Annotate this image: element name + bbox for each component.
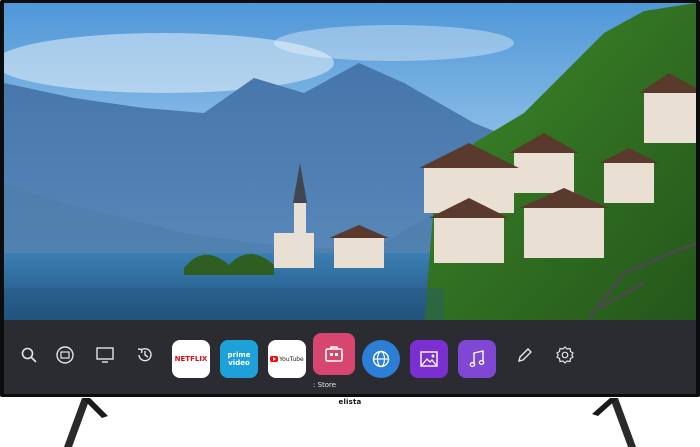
settings-icon[interactable]	[552, 342, 578, 368]
store-icon	[325, 346, 343, 362]
youtube-play-icon	[270, 356, 279, 362]
music-note-icon	[469, 350, 485, 367]
prime-video-app-tile[interactable]: prime video	[220, 340, 258, 378]
prime-label-line2: video	[228, 358, 250, 367]
tv-screen: NETFLIX prime video YouTube: Store	[4, 3, 696, 394]
right-stand-leg	[592, 398, 636, 447]
input-source-icon[interactable]	[52, 342, 78, 368]
app-launcher-bar: NETFLIX prime video YouTube: Store	[4, 320, 696, 394]
netflix-app-tile[interactable]: NETFLIX	[172, 340, 210, 378]
music-app-tile[interactable]	[458, 340, 496, 378]
youtube-app-tile[interactable]: YouTube	[268, 340, 306, 378]
prime-label-line1: prime	[227, 350, 251, 359]
tv-icon[interactable]	[92, 342, 118, 368]
recent-icon[interactable]	[132, 342, 158, 368]
left-stand-leg	[64, 398, 108, 447]
store-app-tile[interactable]	[313, 333, 355, 375]
globe-icon	[372, 350, 390, 368]
focused-app-label: : Store	[313, 381, 337, 389]
search-icon[interactable]	[16, 342, 42, 368]
netflix-label: NETFLIX	[174, 355, 208, 363]
tv-frame: NETFLIX prime video YouTube: Store	[0, 0, 700, 397]
web-browser-app-tile[interactable]	[362, 340, 400, 378]
edit-icon[interactable]	[512, 342, 538, 368]
gallery-icon	[420, 351, 438, 367]
youtube-label: YouTube	[279, 355, 304, 363]
gallery-app-tile[interactable]	[410, 340, 448, 378]
